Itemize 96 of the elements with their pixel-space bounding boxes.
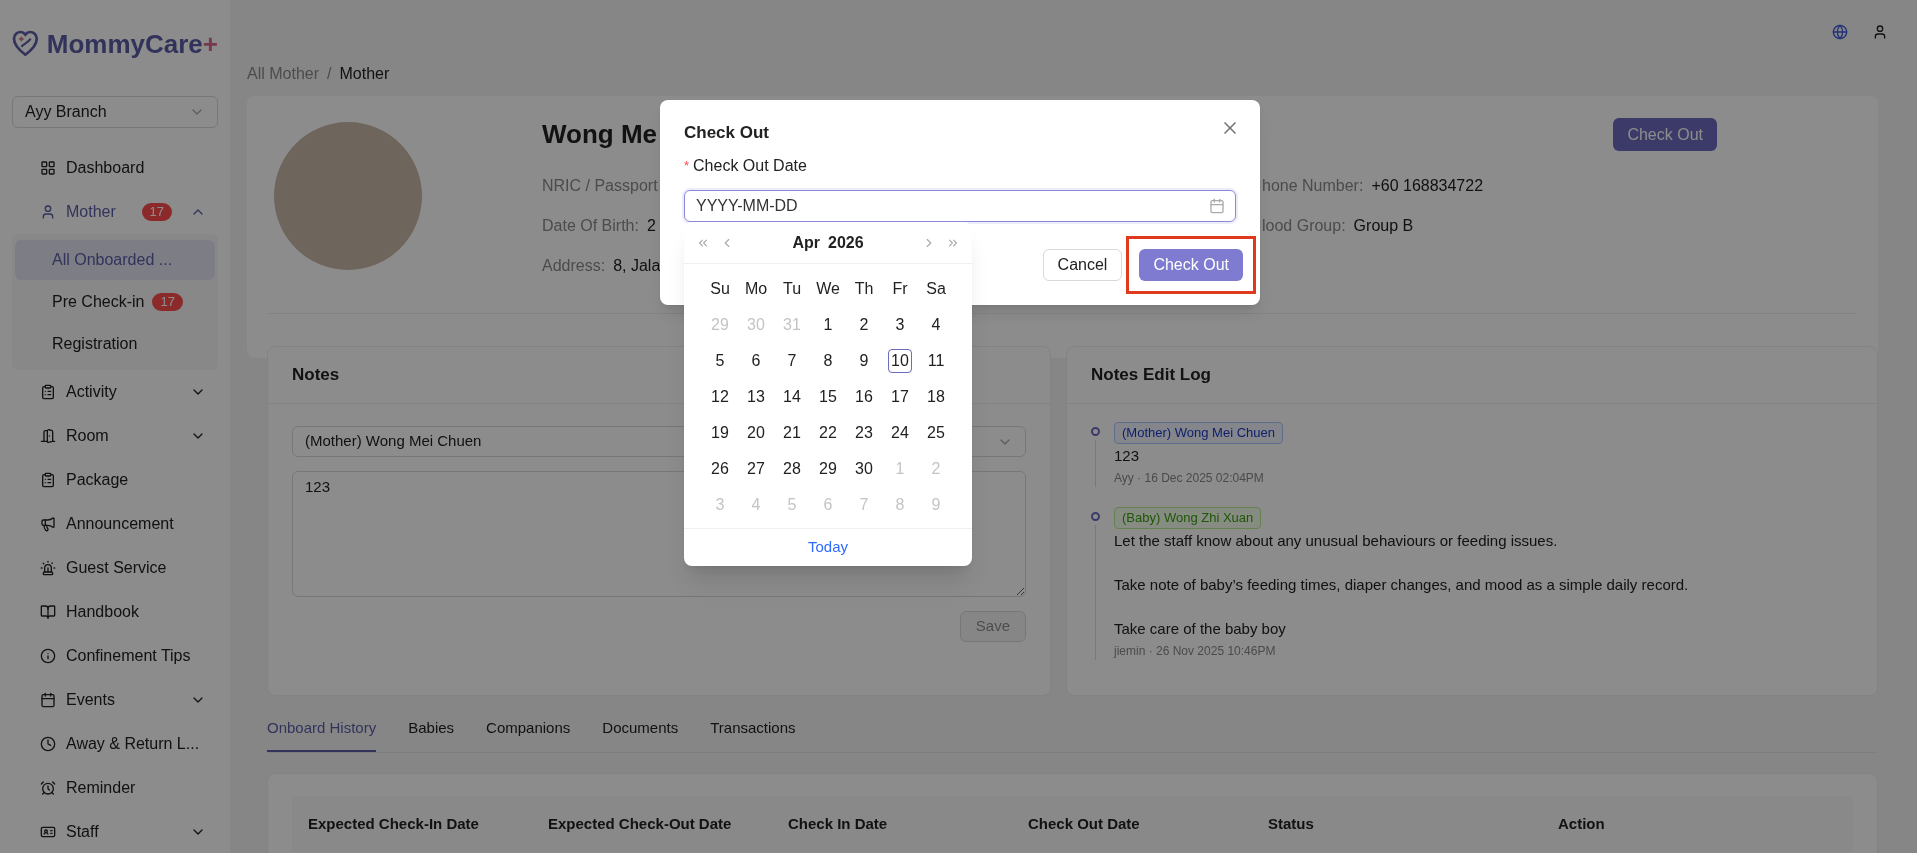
column-header: Expected Check-Out Date [547, 813, 733, 834]
grid-icon [40, 160, 56, 176]
column-header: Check Out Date [1027, 813, 1141, 834]
weekday-label: Su [709, 279, 731, 299]
tab[interactable]: Transactions [710, 706, 796, 752]
menu-item[interactable]: Dashboard [12, 146, 218, 190]
clipboard-icon [40, 472, 56, 488]
menu-item[interactable]: Package [12, 458, 218, 502]
day-cell[interactable]: 10 [888, 349, 912, 373]
tab[interactable]: Companions [486, 706, 571, 752]
branch-select[interactable]: Ayy Branch [12, 96, 218, 128]
menu-item[interactable]: Announcement [12, 502, 218, 546]
field-label: lood Group: [1262, 216, 1346, 236]
clock-icon [40, 736, 56, 752]
year-label[interactable]: 2026 [828, 230, 864, 255]
person-tag: (Mother) Wong Mei Chuen [1114, 422, 1283, 444]
menu-item[interactable]: Guest Service [12, 546, 218, 590]
breadcrumb-item: Mother [339, 64, 390, 84]
submenu-item[interactable]: All Onboarded ... [15, 240, 215, 280]
field-label: NRIC / Passport [542, 176, 658, 196]
day-cell[interactable]: 7 [780, 349, 804, 373]
day-cell[interactable]: 6 [744, 349, 768, 373]
check-out-button[interactable]: Check Out [1613, 118, 1717, 151]
calendar-icon [40, 692, 56, 708]
day-cell[interactable]: 2 [852, 313, 876, 337]
weekday-label: Th [853, 279, 875, 299]
note-text: Take care of the baby boy [1114, 619, 1287, 639]
month-label[interactable]: Apr [792, 230, 820, 255]
weekday-label: We [815, 279, 841, 299]
book-icon [40, 604, 56, 620]
day-cell[interactable]: 8 [816, 349, 840, 373]
menu-item[interactable]: Activity [12, 370, 218, 414]
day-cell[interactable]: 4 [924, 313, 948, 337]
weekday-label: Tu [781, 279, 803, 299]
field-value: 2 [646, 216, 656, 236]
day-cell[interactable]: 3 [888, 313, 912, 337]
submenu-item[interactable]: Registration [15, 324, 215, 364]
breadcrumb-separator: / [327, 64, 332, 84]
confirm-check-out-button[interactable]: Check Out [1139, 248, 1243, 281]
day-cell[interactable]: 5 [708, 349, 732, 373]
day-cell[interactable]: 9 [852, 349, 876, 373]
tab[interactable]: Onboard History [267, 706, 377, 752]
tab[interactable]: Documents [602, 706, 679, 752]
note-text: Take note of baby’s feeding times, diaper changes, and mood as a simple daily record. [1114, 575, 1689, 595]
user-icon[interactable] [1872, 24, 1888, 40]
field-label: Date Of Birth: [542, 216, 639, 236]
day-cell[interactable]: 1 [816, 313, 840, 337]
weekday-label: Sa [925, 279, 947, 299]
day-cell[interactable]: 11 [924, 349, 948, 373]
info-icon [40, 648, 56, 664]
id-card-icon [40, 824, 56, 840]
field-value: Group B [1353, 216, 1414, 236]
cancel-button[interactable]: Cancel [1042, 248, 1123, 281]
card-title: Notes Edit Log [1067, 347, 1877, 404]
menu-item[interactable]: Reminder [12, 766, 218, 810]
modal-title: Check Out [684, 122, 770, 144]
megaphone-icon [40, 516, 56, 532]
submenu-item[interactable]: Pre Check-in 17 [15, 282, 215, 322]
menu-item[interactable]: Confinement Tips [12, 634, 218, 678]
today-link[interactable]: Today [808, 536, 848, 559]
date-input-field[interactable]: YYYY-MM-DD [684, 189, 1236, 222]
menu-item[interactable]: Staff [12, 810, 218, 853]
menu-item[interactable]: Events [12, 678, 218, 722]
count-badge: 17 [141, 203, 172, 221]
brand-name: MommyCare+ [46, 27, 218, 61]
menu-item[interactable]: Mother 17 [12, 190, 218, 234]
person-tag: (Baby) Wong Zhi Xuan [1114, 507, 1262, 529]
field-label: Address: [542, 256, 606, 276]
weekday-label: Fr [891, 279, 909, 299]
note-text: Let the staff know about any unusual behaviours or feeding issues. [1114, 531, 1559, 551]
alarm-clock-icon [40, 780, 56, 796]
globe-icon[interactable] [1832, 24, 1848, 40]
field-value: +60 168834722 [1371, 176, 1484, 196]
note-text: 123 [1114, 446, 1140, 466]
column-header: Status [1267, 813, 1315, 834]
column-header: Expected Check-In Date [307, 813, 480, 834]
calendar-icon [1209, 197, 1225, 214]
mother-name: Wong Me [542, 118, 658, 151]
column-header: Action [1557, 813, 1606, 834]
menu-item[interactable]: Away & Return L... [12, 722, 218, 766]
clipboard-icon [40, 384, 56, 400]
siren-icon [40, 560, 56, 576]
field-label: Check Out Date [693, 155, 807, 176]
field-value: 8, Jala [613, 256, 661, 276]
required-mark: * [684, 156, 690, 175]
column-header: Check In Date [787, 813, 889, 834]
field-label: hone Number: [1262, 176, 1364, 196]
note-meta: jiemin · 26 Nov 2025 10:46PM [1114, 643, 1276, 660]
user-icon [40, 204, 56, 220]
count-badge: 17 [152, 293, 183, 311]
note-meta: Ayy · 16 Dec 2025 02:04PM [1114, 470, 1264, 487]
tab[interactable]: Babies [408, 706, 455, 752]
menu-item[interactable]: Room [12, 414, 218, 458]
door-icon [40, 428, 56, 444]
weekday-label: Mo [743, 279, 769, 299]
menu-item[interactable]: Handbook [12, 590, 218, 634]
